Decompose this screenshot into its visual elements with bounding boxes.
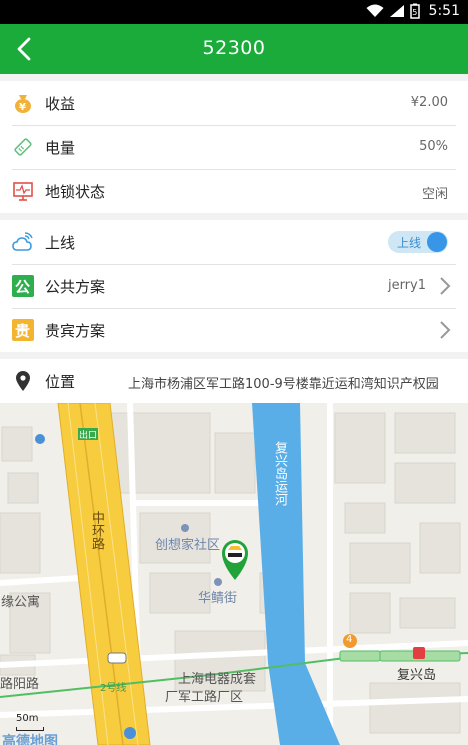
chevron-right-icon	[440, 321, 451, 339]
income-label: 收益	[45, 95, 76, 113]
online-row: 上线 上线	[0, 220, 468, 264]
public-plan-value: jerry1	[387, 278, 426, 293]
settings-card: 上线 上线 公 公共方案 jerry1 贵 贵宾方案	[0, 220, 468, 352]
battery-tag-icon	[12, 136, 34, 158]
income-value: ¥2.00	[410, 95, 448, 110]
online-toggle[interactable]: 上线	[388, 231, 448, 253]
map-label-chuangxiang: 创想家社区	[155, 538, 221, 553]
location-card: 位置 上海市杨浦区军工路100-9号楼靠近运和湾知识产权园	[0, 359, 468, 403]
status-time: 5:51	[428, 3, 460, 19]
location-address: 上海市杨浦区军工路100-9号楼靠近运和湾知识产权园	[128, 377, 439, 392]
status-bar: 5 5:51	[0, 0, 468, 24]
map-label-yanglu: 路阳路	[0, 677, 40, 692]
map-view[interactable]: 中环路 复兴岛运河 创想家社区 华鲭街 缘公寓 路阳路 上海电器成套 厂军工路厂…	[0, 403, 468, 745]
device-location-pin[interactable]	[218, 536, 252, 582]
online-toggle-label: 上线	[397, 236, 422, 250]
lock-status-value: 空闲	[421, 187, 448, 202]
map-label-zhonghuan: 中环路	[89, 511, 104, 550]
map-label-canal: 复兴岛运河	[272, 441, 287, 506]
map-label-fuxingdao: 复兴岛	[397, 668, 437, 683]
map-label-dianqi-1: 上海电器成套	[178, 672, 257, 687]
battery-value: 50%	[419, 139, 448, 154]
public-badge-text: 公	[15, 278, 31, 296]
map-logo: 高德地图	[2, 734, 58, 745]
battery-row: 电量 50%	[0, 125, 468, 169]
battery-icon: 5	[409, 3, 420, 19]
public-plan-row[interactable]: 公 公共方案 jerry1	[0, 264, 468, 308]
app-bar: 52300	[0, 24, 468, 74]
map-scale: 50m	[16, 713, 39, 724]
map-label-yuan: 缘公寓	[1, 595, 41, 610]
device-info-card: ¥ 收益 ¥2.00 电量 50% 地锁状态 空闲	[0, 81, 468, 213]
map-label-dianqi-2: 厂军工路厂区	[165, 690, 244, 705]
map-label-huajing: 华鲭街	[198, 591, 238, 606]
svg-text:¥: ¥	[19, 102, 26, 113]
lock-status-label: 地锁状态	[45, 183, 106, 201]
wifi-icon	[366, 4, 384, 17]
chevron-right-icon	[440, 277, 451, 295]
vip-badge-icon: 贵	[12, 319, 34, 341]
vip-badge-text: 贵	[15, 322, 31, 340]
vip-plan-row[interactable]: 贵 贵宾方案	[0, 308, 468, 352]
map-label-line2: 2号线	[100, 683, 127, 694]
monitor-icon	[12, 180, 34, 202]
svg-text:5: 5	[412, 8, 417, 17]
toggle-knob	[427, 232, 447, 252]
location-row: 位置 上海市杨浦区军工路100-9号楼靠近运和湾知识产权园	[0, 359, 468, 403]
map-label-metro-no: 4	[346, 634, 353, 645]
page-title: 52300	[202, 37, 266, 59]
signal-icon	[389, 5, 404, 17]
map-label-exit: 出口	[79, 431, 98, 441]
battery-label: 电量	[45, 139, 76, 157]
lock-status-row: 地锁状态 空闲	[0, 169, 468, 213]
public-plan-label: 公共方案	[45, 278, 106, 296]
online-label: 上线	[45, 234, 76, 252]
location-label: 位置	[45, 373, 76, 391]
location-pin-icon	[12, 370, 34, 392]
wireless-cloud-icon	[12, 231, 34, 253]
public-badge-icon: 公	[12, 275, 34, 297]
vip-plan-label: 贵宾方案	[45, 322, 106, 340]
money-bag-icon: ¥	[12, 92, 34, 114]
income-row: ¥ 收益 ¥2.00	[0, 81, 468, 125]
